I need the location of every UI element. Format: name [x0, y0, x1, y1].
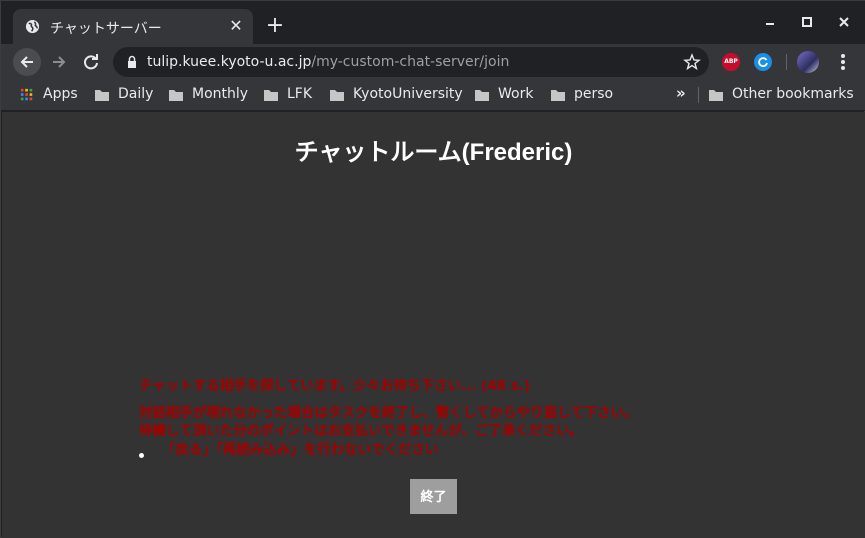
warning-list-item: 「戻る」「再読み込み」を行わないでください [162, 442, 439, 458]
folder-icon [330, 90, 344, 101]
waiting-status: チャットする相手を探しています。少々お待ち下さい... (48 s.) [139, 378, 531, 394]
tab-chat-server[interactable]: チャットサーバー ✕ [13, 9, 253, 44]
bookmark-label: KyotoUniversity [353, 86, 463, 102]
refresh-circle-icon [758, 57, 768, 67]
notice-line-1: 対話相手が現れなかった場合はタスクを終了し、暫くしてからやり直して下さい。 [139, 405, 638, 421]
profile-avatar[interactable] [797, 51, 819, 73]
arrow-left-icon [20, 56, 33, 68]
globe-icon [25, 19, 40, 34]
url-path: /my-custom-chat-server/join [311, 54, 510, 70]
folder-icon [169, 90, 183, 101]
notice-line-2: 待機して頂いた分のポイントはお支払いできませんが、ご了承ください。 [139, 423, 584, 439]
url-host: tulip.kuee.kyoto-u.ac.jp [147, 54, 312, 70]
tab-close-icon[interactable]: ✕ [227, 17, 245, 35]
back-button[interactable] [13, 48, 41, 76]
tab-strip: チャットサーバー ✕ + [1, 1, 865, 44]
maximize-icon [802, 17, 812, 27]
arrow-right-icon [53, 56, 66, 68]
reload-icon [84, 54, 98, 70]
end-button[interactable]: 終了 [410, 479, 457, 514]
minimize-button[interactable] [755, 11, 785, 35]
bookmarks-overflow-icon[interactable]: » [676, 84, 686, 102]
close-icon [839, 17, 849, 27]
folder-icon [95, 90, 109, 101]
forward-button[interactable] [45, 48, 73, 76]
page-content: チャットルーム(Frederic) チャットする相手を探しています。少々お待ち下… [2, 112, 865, 538]
bookmark-label: Work [498, 86, 534, 102]
folder-icon [551, 90, 565, 101]
folder-icon [264, 90, 278, 101]
address-url: tulip.kuee.kyoto-u.ac.jp/my-custom-chat-… [147, 54, 509, 70]
tab-title: チャットサーバー [50, 21, 162, 37]
lock-icon[interactable] [125, 55, 139, 69]
page-title: チャットルーム(Frederic) [294, 139, 573, 166]
bookmark-label: Monthly [192, 86, 249, 102]
window-close-button[interactable] [829, 11, 859, 35]
toolbar-divider [786, 54, 787, 70]
bookmarks-divider [698, 87, 699, 103]
address-bar[interactable]: tulip.kuee.kyoto-u.ac.jp/my-custom-chat-… [113, 47, 709, 77]
bookmark-label: Apps [43, 86, 78, 102]
bookmark-label: Daily [118, 86, 154, 102]
bookmark-label: perso [574, 86, 614, 102]
star-icon[interactable] [683, 53, 701, 71]
browser-toolbar: tulip.kuee.kyoto-u.ac.jp/my-custom-chat-… [1, 44, 865, 80]
bookmarks-bar: Apps Daily Monthly LFK KyotoUniversity W… [1, 80, 865, 111]
menu-kebab-icon[interactable] [833, 53, 853, 71]
list-bullet [139, 453, 144, 458]
other-bookmarks-label: Other bookmarks [732, 86, 854, 102]
browser-window: チャットサーバー ✕ + tulip.kuee.kyoto-u.ac.jp/my… [0, 0, 865, 538]
sync-extension-icon[interactable] [754, 53, 772, 71]
bookmark-label: LFK [287, 86, 313, 102]
adblock-extension-icon[interactable]: ABP [722, 53, 740, 71]
folder-icon [709, 90, 723, 101]
new-tab-button[interactable]: + [263, 15, 287, 39]
reload-button[interactable] [77, 48, 105, 76]
apps-grid-icon [20, 88, 33, 101]
minimize-icon [766, 23, 774, 25]
maximize-button[interactable] [792, 11, 822, 35]
folder-icon [475, 90, 489, 101]
